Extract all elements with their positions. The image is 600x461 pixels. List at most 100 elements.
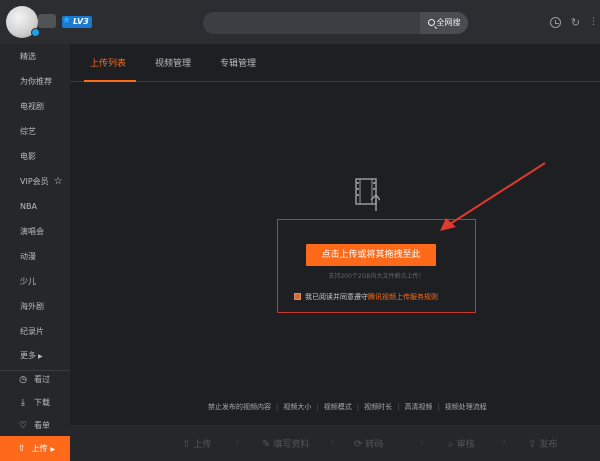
sidebar-item-overseas[interactable]: 海外剧: [0, 294, 70, 320]
step-fill-info: ✎ 填写资料: [262, 437, 309, 450]
review-search-icon: ⌕: [448, 439, 454, 450]
publish-icon: ⇪: [528, 439, 537, 450]
sidebar: 精选 为你推荐 电视剧 综艺 电影 VIP会员 ☆ NBA 演唱会 动漫 少儿 海…: [0, 44, 70, 461]
main-content: 上传列表 视频管理 专辑管理 点击上传或将其拖拽至此 支持200个2GB内大文件…: [70, 44, 600, 461]
step-label: 填写资料: [273, 440, 310, 450]
clock-icon: ◷: [19, 375, 27, 385]
download-icon: ⤓: [21, 398, 25, 408]
sidebar-item-tv-series[interactable]: 电视剧: [0, 94, 70, 120]
sidebar-item-label: 演唱会: [20, 227, 44, 236]
step-transcode: ⟳ 转码: [354, 437, 383, 450]
chevron-right-icon: ▶: [38, 353, 43, 360]
vip-level-text: LV3: [73, 17, 89, 26]
agreement-checkbox[interactable]: [294, 293, 301, 300]
step-label: 审核: [456, 440, 475, 450]
sidebar-item-nba[interactable]: NBA: [0, 194, 70, 220]
history-icon[interactable]: [550, 17, 561, 28]
sidebar-item-recommended[interactable]: 为你推荐: [0, 69, 70, 95]
vip-level-badge: ★ LV3: [62, 15, 92, 28]
sidebar-item-variety[interactable]: 综艺: [0, 119, 70, 145]
step-upload: ⇧ 上传: [182, 437, 211, 450]
footer-link-processing-flow[interactable]: 视频处理流程: [445, 403, 487, 411]
sidebar-item-label: 动漫: [20, 252, 36, 261]
sidebar-item-label: 综艺: [20, 127, 36, 136]
sidebar-item-documentary[interactable]: 纪录片: [0, 319, 70, 345]
more-icon[interactable]: ⋮: [588, 17, 599, 28]
step-publish: ⇪ 发布: [528, 437, 557, 450]
upload-icon: ⇧: [182, 439, 191, 450]
step-separator: ›: [420, 435, 425, 449]
refresh-icon[interactable]: ↻: [570, 17, 581, 28]
tab-album-management[interactable]: 专辑管理: [220, 56, 256, 69]
step-label: 转码: [365, 440, 384, 450]
sidebar-item-concerts[interactable]: 演唱会: [0, 219, 70, 245]
search-icon: [427, 19, 435, 26]
tab-video-management[interactable]: 视频管理: [155, 56, 191, 69]
sidebar-tool-history[interactable]: ◷ 看过: [0, 369, 70, 391]
upload-icon: ⇧: [18, 444, 26, 454]
sidebar-item-label: 少儿: [20, 277, 36, 286]
sidebar-item-label: 更多: [20, 351, 36, 360]
transcode-icon: ⟳: [354, 439, 363, 450]
upload-hint: 支持200个2GB内大文件断点上传！: [328, 273, 425, 280]
footer-separator: |: [276, 403, 279, 411]
agreement-row: 我已阅读并同意遵守腾讯视频上传服务规则: [294, 292, 438, 302]
film-upload-icon: [355, 178, 380, 211]
footer-links: 禁止发布的视频内容 | 视频大小 | 视频模式 | 视频时长 | 高清视频 | 视频处理流程: [208, 402, 487, 412]
footer-separator: |: [397, 403, 400, 411]
tab-upload-list[interactable]: 上传列表: [90, 56, 126, 69]
tab-bar: 上传列表 视频管理 专辑管理: [70, 44, 600, 82]
username-blurred: [38, 14, 56, 28]
sidebar-item-more[interactable]: 更多 ▶: [0, 343, 70, 369]
heart-icon: ♡: [18, 421, 28, 431]
sidebar-item-vip[interactable]: VIP会员 ☆: [0, 169, 70, 195]
sidebar-item-label: VIP会员: [20, 177, 49, 186]
footer-separator: |: [356, 403, 360, 411]
sidebar-tool-label: 下载: [34, 398, 50, 407]
upload-button[interactable]: 点击上传或将其拖拽至此: [306, 244, 436, 266]
edit-icon: ✎: [262, 439, 271, 450]
upload-steps-bar: ⇧ 上传 › ✎ 填写资料 › ⟳ 转码 › ⌕ 审核 › ⇪ 发布: [70, 425, 600, 461]
sidebar-tool-download[interactable]: ⤓ 下载: [0, 392, 70, 414]
sidebar-upload-button[interactable]: ⇧ 上传 ▶: [0, 436, 70, 461]
search-button[interactable]: 全网搜: [420, 12, 468, 34]
step-separator: ›: [235, 435, 240, 449]
search-box: 全网搜: [203, 12, 468, 34]
footer-link-prohibited-content[interactable]: 禁止发布的视频内容: [208, 403, 271, 411]
online-status-icon: [31, 28, 40, 37]
active-tab-indicator: [84, 80, 136, 82]
sidebar-tool-watchlist[interactable]: ♡ 看单: [0, 415, 70, 437]
sidebar-item-label: 电影: [20, 152, 36, 161]
sidebar-item-label: NBA: [20, 202, 37, 211]
sidebar-item-label: 为你推荐: [20, 77, 52, 86]
sidebar-item-anime[interactable]: 动漫: [0, 244, 70, 270]
footer-link-video-size[interactable]: 视频大小: [283, 403, 311, 411]
footer-link-hd-video[interactable]: 高清视频: [404, 403, 432, 411]
step-label: 发布: [539, 440, 558, 450]
search-input[interactable]: [211, 12, 416, 34]
step-separator: ›: [502, 435, 507, 449]
step-label: 上传: [193, 440, 212, 450]
sidebar-tool-label: 看过: [34, 375, 50, 384]
agreement-text: 我已阅读并同意遵守: [305, 293, 368, 301]
sidebar-item-label: 纪录片: [20, 327, 44, 336]
footer-separator: |: [437, 403, 440, 411]
step-separator: ›: [330, 435, 335, 449]
sidebar-item-kids[interactable]: 少儿: [0, 269, 70, 295]
sidebar-item-movies[interactable]: 电影: [0, 144, 70, 170]
sidebar-item-label: 电视剧: [20, 102, 44, 111]
step-review: ⌕ 审核: [448, 437, 475, 450]
sidebar-upload-label: 上传: [31, 444, 48, 453]
sidebar-tool-label: 看单: [34, 421, 50, 430]
footer-link-video-mode[interactable]: 视频模式: [324, 403, 352, 411]
top-bar: ★ LV3 全网搜 ↻ ⋮: [0, 0, 600, 44]
agreement-rules-link[interactable]: 腾讯视频上传服务规则: [368, 293, 438, 301]
footer-link-video-duration[interactable]: 视频时长: [364, 403, 392, 411]
search-button-label: 全网搜: [436, 18, 461, 27]
chevron-right-icon: ▶: [50, 446, 56, 453]
vip-star-icon: ☆: [53, 176, 63, 187]
footer-separator: |: [316, 403, 319, 411]
vip-star-icon: ★: [62, 15, 71, 26]
sidebar-item-featured[interactable]: 精选: [0, 44, 70, 70]
sidebar-item-label: 精选: [20, 52, 36, 61]
